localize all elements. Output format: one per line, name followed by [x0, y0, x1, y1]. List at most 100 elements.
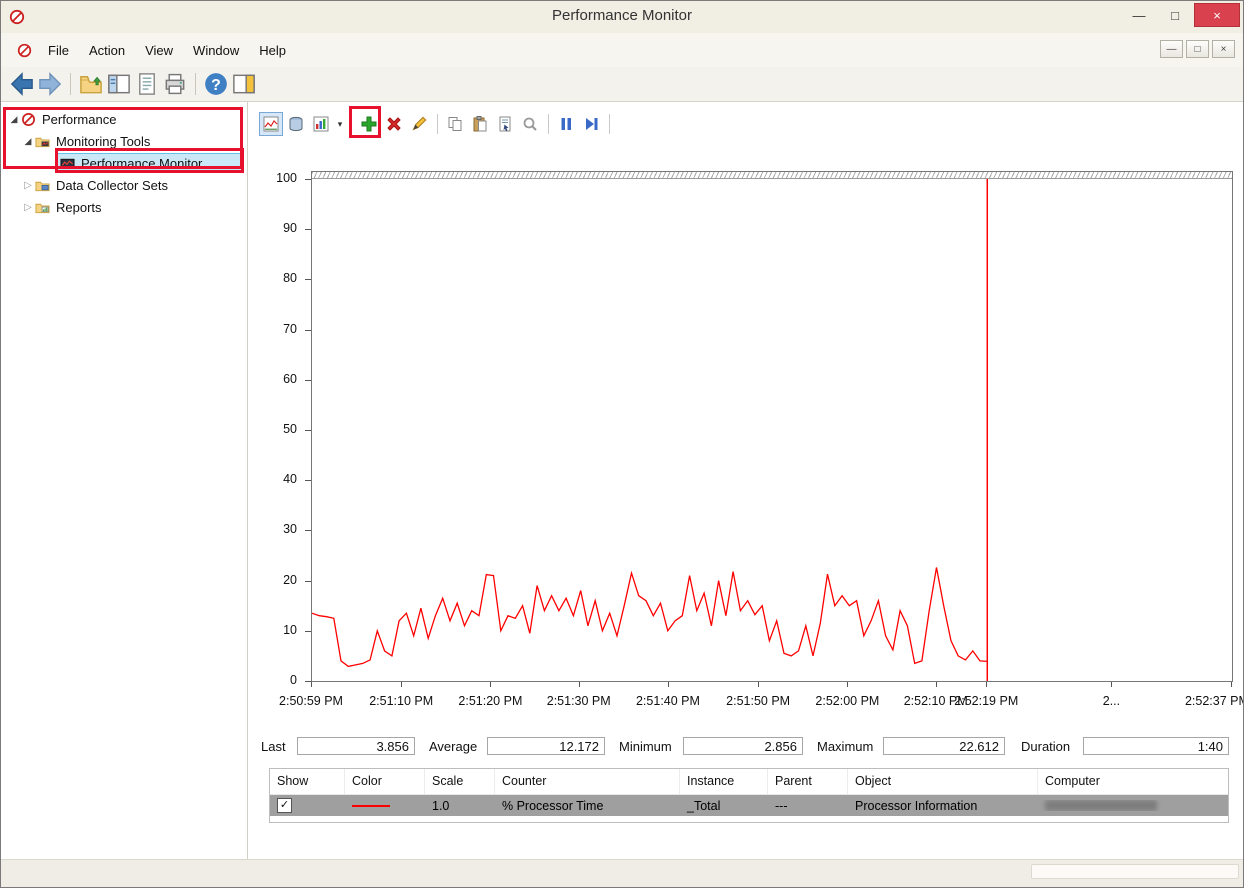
x-axis-tick — [847, 682, 848, 687]
x-axis-tick — [490, 682, 491, 687]
y-axis-label: 100 — [257, 171, 297, 185]
show-checkbox[interactable]: ✓ — [277, 798, 292, 813]
selected-tree-item[interactable]: Performance Monitor — [57, 153, 243, 173]
menu-window[interactable]: Window — [183, 39, 249, 62]
column-header-parent[interactable]: Parent — [768, 769, 848, 794]
up-one-level-button[interactable] — [78, 71, 104, 97]
details-pane: ▾ — [249, 102, 1244, 859]
export-list-button[interactable] — [134, 71, 160, 97]
show-console-tree-button[interactable] — [106, 71, 132, 97]
child-restore-button[interactable]: □ — [1186, 40, 1209, 58]
column-header-scale[interactable]: Scale — [425, 769, 495, 794]
tree-item-reports[interactable]: ▷ Reports — [1, 196, 247, 218]
x-axis-label: 2:51:30 PM — [547, 694, 611, 708]
y-axis: 1009080706050403020100 — [257, 179, 305, 681]
minimize-button[interactable]: — — [1122, 3, 1156, 27]
x-axis-label: 2:52:37 PM — [1185, 694, 1244, 708]
minimum-label: Minimum — [619, 739, 683, 754]
tree-item-performance-monitor[interactable]: Performance Monitor — [1, 152, 247, 174]
collapse-icon[interactable]: ▷ — [21, 202, 35, 213]
stats-row: Last 3.856 Average 12.172 Minimum 2.856 … — [261, 736, 1229, 756]
expand-icon[interactable]: ◢ — [7, 114, 21, 125]
chevron-down-icon[interactable]: ▾ — [334, 119, 346, 130]
delete-counter-button[interactable] — [382, 112, 406, 136]
action-pane-button[interactable] — [231, 71, 257, 97]
tree-item-label: Data Collector Sets — [54, 178, 168, 193]
monitoring-tools-icon — [35, 134, 54, 149]
y-axis-label: 30 — [257, 522, 297, 536]
toolbar-separator — [195, 73, 196, 95]
menu-file[interactable]: File — [38, 39, 79, 62]
tree-item-data-collector-sets[interactable]: ▷ Data Collector Sets — [1, 174, 247, 196]
y-axis-label: 90 — [257, 221, 297, 235]
view-current-activity-button[interactable] — [259, 112, 283, 136]
counter-name: % Processor Time — [495, 799, 680, 813]
child-window-controls: — □ × — [1160, 40, 1235, 58]
duration-value: 1:40 — [1083, 737, 1229, 755]
tree-item-label: Monitoring Tools — [54, 134, 150, 149]
x-axis-tick — [311, 682, 312, 687]
column-header-counter[interactable]: Counter — [495, 769, 680, 794]
maximum-label: Maximum — [817, 739, 883, 754]
toolbar-separator — [70, 73, 71, 95]
performance-icon — [21, 112, 40, 127]
svg-text:?: ? — [211, 77, 221, 94]
menu-action[interactable]: Action — [79, 39, 135, 62]
horizontal-scrollbar-thumb[interactable] — [1031, 864, 1239, 879]
close-button[interactable]: × — [1194, 3, 1240, 27]
performance-monitor-toolbar: ▾ — [259, 111, 615, 137]
maximize-button[interactable]: □ — [1158, 3, 1192, 27]
counter-instance: _Total — [680, 799, 768, 813]
duration-label: Duration — [1021, 739, 1083, 754]
column-header-show[interactable]: Show — [270, 769, 345, 794]
x-axis-tick — [986, 682, 987, 687]
window-title: Performance Monitor — [1, 7, 1243, 24]
tree-item-monitoring-tools[interactable]: ◢ Monitoring Tools — [1, 130, 247, 152]
average-value: 12.172 — [487, 737, 605, 755]
x-axis-tick — [1111, 682, 1112, 687]
back-button[interactable] — [9, 71, 35, 97]
update-data-button[interactable] — [579, 112, 603, 136]
y-axis-label: 70 — [257, 322, 297, 336]
counter-color-sample — [352, 805, 390, 807]
menu-help[interactable]: Help — [249, 39, 296, 62]
tree-item-performance[interactable]: ◢ Performance — [1, 108, 247, 130]
column-header-color[interactable]: Color — [345, 769, 425, 794]
title-bar[interactable]: Performance Monitor — □ × — [1, 1, 1243, 33]
child-close-button[interactable]: × — [1212, 40, 1235, 58]
counter-row[interactable]: ✓ 1.0 % Processor Time _Total --- Proces… — [270, 795, 1228, 816]
zoom-button[interactable] — [518, 112, 542, 136]
toolbar-separator — [548, 114, 549, 134]
menu-view[interactable]: View — [135, 39, 183, 62]
y-axis-label: 20 — [257, 573, 297, 587]
column-header-computer[interactable]: Computer — [1038, 769, 1228, 794]
view-log-data-button[interactable] — [284, 112, 308, 136]
help-button[interactable]: ? — [203, 71, 229, 97]
paste-counter-list-button[interactable] — [468, 112, 492, 136]
x-axis-label: 2:51:40 PM — [636, 694, 700, 708]
change-graph-type-button[interactable] — [309, 112, 333, 136]
add-counter-button[interactable] — [357, 112, 381, 136]
mmc-toolbar: ? — [1, 67, 1243, 102]
freeze-display-button[interactable] — [554, 112, 578, 136]
x-axis-label: 2:51:10 PM — [369, 694, 433, 708]
chart-plot-area[interactable] — [311, 171, 1233, 682]
highlight-button[interactable] — [407, 112, 431, 136]
properties-button[interactable] — [493, 112, 517, 136]
x-axis-tick — [758, 682, 759, 687]
counter-scale: 1.0 — [425, 799, 495, 813]
column-header-object[interactable]: Object — [848, 769, 1038, 794]
print-button[interactable] — [162, 71, 188, 97]
child-minimize-button[interactable]: — — [1160, 40, 1183, 58]
minimum-value: 2.856 — [683, 737, 803, 755]
y-axis-label: 10 — [257, 623, 297, 637]
tree-item-label: Performance Monitor — [79, 156, 202, 171]
copy-properties-button[interactable] — [443, 112, 467, 136]
counter-parent: --- — [768, 799, 848, 813]
expand-icon[interactable]: ◢ — [21, 136, 35, 147]
forward-button[interactable] — [37, 71, 63, 97]
column-header-instance[interactable]: Instance — [680, 769, 768, 794]
last-label: Last — [261, 739, 297, 754]
window-controls: — □ × — [1122, 3, 1240, 27]
collapse-icon[interactable]: ▷ — [21, 180, 35, 191]
